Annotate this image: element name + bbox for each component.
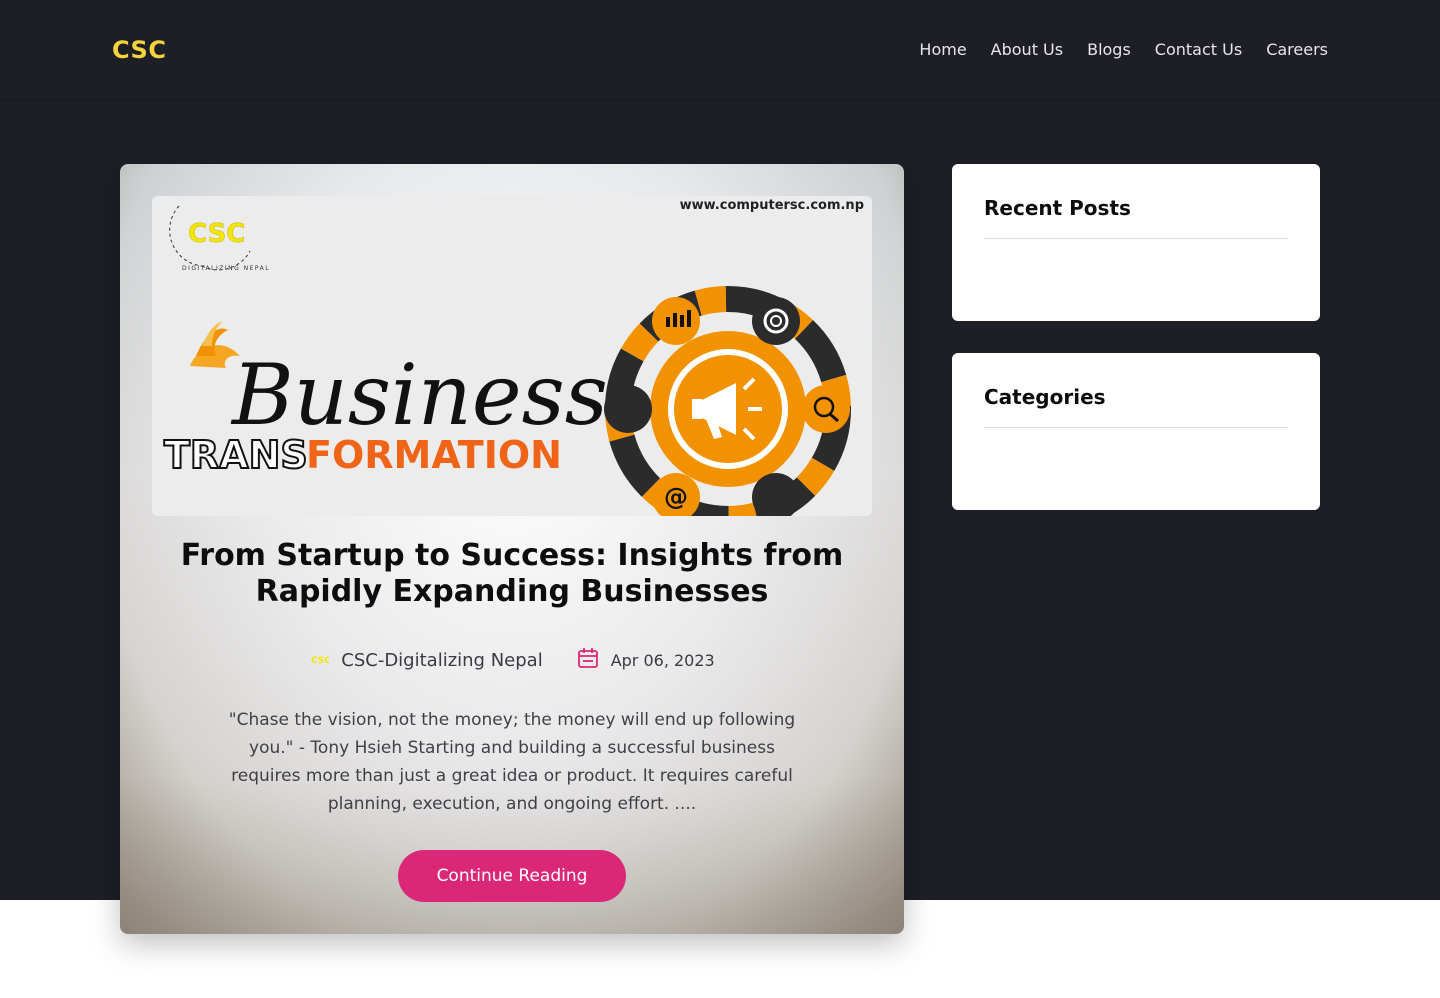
svg-text:CSC: CSC (311, 656, 329, 666)
brand-logo[interactable]: CSC (112, 36, 166, 64)
continue-reading-button[interactable]: Continue Reading (398, 850, 626, 902)
recent-posts-widget: Recent Posts (952, 164, 1320, 321)
nav-home[interactable]: Home (919, 40, 966, 59)
business-transformation-graphic: www.computersc.com.np CSC DIGITALIZING N… (152, 196, 872, 516)
calendar-icon (577, 647, 599, 673)
image-url-text: www.computersc.com.np (680, 198, 864, 213)
post-date: Apr 06, 2023 (577, 647, 715, 673)
svg-text:DIGITALIZING NEPAL: DIGITALIZING NEPAL (182, 265, 270, 272)
csc-logo-icon: CSC (309, 651, 331, 670)
featured-post-card: www.computersc.com.np CSC DIGITALIZING N… (120, 164, 904, 934)
svg-text:CSC: CSC (188, 219, 245, 249)
svg-text:Business: Business (230, 346, 608, 444)
svg-text:FORMATION: FORMATION (306, 433, 562, 477)
post-author[interactable]: CSC CSC-Digitalizing Nepal (309, 650, 542, 671)
post-title[interactable]: From Startup to Success: Insights from R… (160, 538, 864, 610)
nav-contact-us[interactable]: Contact Us (1155, 40, 1242, 59)
date-text: Apr 06, 2023 (610, 650, 715, 670)
post-excerpt: "Chase the vision, not the money; the mo… (228, 710, 796, 814)
nav-blogs[interactable]: Blogs (1087, 40, 1131, 59)
post-featured-image[interactable]: www.computersc.com.np CSC DIGITALIZING N… (152, 196, 872, 516)
author-name: CSC-Digitalizing Nepal (341, 649, 543, 671)
main-nav: Home About Us Blogs Contact Us Careers (919, 40, 1328, 59)
post-meta: CSC CSC-Digitalizing Nepal Apr 06, 2023 (120, 647, 904, 673)
site-header: CSC Home About Us Blogs Contact Us Caree… (0, 0, 1440, 100)
recent-posts-title: Recent Posts (984, 196, 1288, 239)
svg-text:TRANS: TRANS (164, 433, 308, 477)
nav-about-us[interactable]: About Us (991, 40, 1063, 59)
categories-widget: Categories (952, 353, 1320, 510)
svg-text:@: @ (664, 483, 688, 511)
nav-careers[interactable]: Careers (1266, 40, 1328, 59)
categories-title: Categories (984, 385, 1288, 428)
